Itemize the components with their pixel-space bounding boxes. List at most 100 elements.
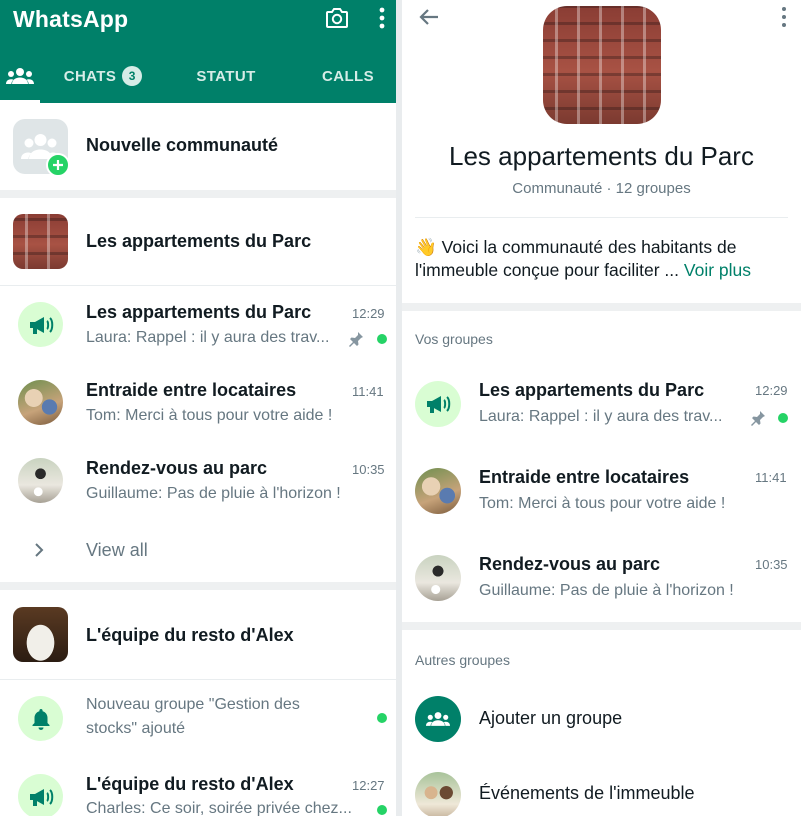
group-time: 10:35 bbox=[755, 557, 788, 572]
unread-badge: 3 bbox=[122, 66, 143, 86]
community-title: Les appartements du Parc bbox=[449, 141, 754, 171]
chat-preview: Charles: Ce soir, soirée privée chez... bbox=[86, 800, 352, 816]
tab-status[interactable]: STATUT bbox=[168, 52, 284, 100]
chat-avatar bbox=[18, 458, 63, 503]
group-preview: Guillaume: Pas de pluie à l'horizon ! bbox=[479, 582, 734, 599]
view-all-row[interactable]: View all bbox=[0, 520, 396, 582]
group-row[interactable]: Rendez-vous au parc 10:35 Guillaume: Pas… bbox=[402, 534, 801, 622]
chat-time: 10:35 bbox=[352, 462, 385, 477]
community-description: 👋 Voici la communauté des habitants de l… bbox=[415, 236, 791, 282]
view-all-label: View all bbox=[86, 540, 148, 560]
chat-row[interactable]: Rendez-vous au parc 10:35 Guillaume: Pas… bbox=[0, 442, 396, 520]
tab-chats-label: CHATS bbox=[63, 67, 117, 85]
community-name: L'équipe du resto d'Alex bbox=[86, 625, 294, 645]
add-group-avatar bbox=[415, 696, 461, 742]
wave-emoji: 👋 bbox=[415, 237, 437, 257]
group-preview: Tom: Merci à tous pour votre aide ! bbox=[479, 495, 726, 512]
chat-preview: Guillaume: Pas de pluie à l'horizon ! bbox=[86, 485, 341, 502]
new-community-avatar bbox=[13, 119, 70, 177]
other-groups-heading: Autres groupes bbox=[415, 652, 510, 668]
community-avatar bbox=[13, 607, 68, 662]
megaphone-icon bbox=[29, 788, 53, 806]
bell-icon bbox=[32, 708, 49, 730]
group-row[interactable]: Événements de l'immeuble bbox=[402, 755, 801, 816]
unread-dot bbox=[778, 413, 788, 423]
notice-line-1: Nouveau groupe "Gestion des bbox=[86, 696, 300, 713]
description-line-1: Voici la communauté des habitants de bbox=[441, 237, 737, 257]
megaphone-icon bbox=[29, 316, 53, 334]
announcement-avatar bbox=[415, 381, 461, 427]
group-avatar bbox=[415, 555, 461, 601]
unread-dot bbox=[377, 713, 387, 723]
more-vert-icon[interactable] bbox=[375, 5, 389, 31]
app-header: WhatsApp CHATS 3 STATUT CALLS bbox=[0, 0, 396, 103]
community-avatar bbox=[13, 214, 68, 269]
group-avatar bbox=[415, 468, 461, 514]
group-time: 12:29 bbox=[755, 383, 788, 398]
group-name: Les appartements du Parc bbox=[479, 380, 705, 400]
chevron-right-icon bbox=[35, 543, 44, 557]
pin-icon bbox=[751, 411, 765, 426]
group-name: Rendez-vous au parc bbox=[479, 554, 661, 574]
group-name: Événements de l'immeuble bbox=[479, 783, 695, 803]
see-more-link[interactable]: Voir plus bbox=[684, 260, 751, 280]
community-header-row[interactable]: Les appartements du Parc bbox=[0, 198, 396, 285]
announcement-avatar bbox=[18, 774, 63, 816]
group-name: Entraide entre locataires bbox=[479, 467, 690, 487]
chat-preview: Tom: Merci à tous pour votre aide ! bbox=[86, 407, 333, 424]
new-community-label: Nouvelle communauté bbox=[86, 135, 279, 155]
chat-time: 12:29 bbox=[352, 306, 385, 321]
pin-icon bbox=[349, 332, 363, 347]
notification-avatar bbox=[18, 696, 63, 741]
divider bbox=[402, 303, 801, 311]
system-notice-row[interactable]: Nouveau groupe "Gestion des stocks" ajou… bbox=[0, 680, 396, 758]
chat-name: Les appartements du Parc bbox=[86, 302, 312, 322]
tab-calls[interactable]: CALLS bbox=[300, 52, 396, 100]
divider bbox=[402, 622, 801, 630]
chat-name: Entraide entre locataires bbox=[86, 380, 297, 400]
chat-time: 11:41 bbox=[352, 384, 384, 399]
app-title: WhatsApp bbox=[13, 6, 129, 32]
unread-dot bbox=[377, 334, 387, 344]
chat-row[interactable]: Les appartements du Parc 12:29 Laura: Ra… bbox=[0, 286, 396, 364]
description-line-2: l'immeuble conçue pour faciliter ... bbox=[415, 260, 680, 280]
groups-icon bbox=[426, 712, 450, 726]
divider bbox=[415, 217, 788, 218]
camera-icon[interactable] bbox=[324, 5, 350, 31]
back-arrow-icon[interactable] bbox=[416, 4, 442, 30]
tab-chats[interactable]: CHATS 3 bbox=[44, 52, 162, 100]
divider bbox=[0, 582, 396, 590]
chat-name: L'équipe du resto d'Alex bbox=[86, 774, 294, 794]
your-groups-heading: Vos groupes bbox=[415, 331, 493, 347]
chat-row[interactable]: Entraide entre locataires 11:41 Tom: Mer… bbox=[0, 364, 396, 442]
add-group-row[interactable]: Ajouter un groupe bbox=[402, 683, 801, 755]
community-photo[interactable] bbox=[543, 6, 661, 124]
community-info-panel: Les appartements du Parc Communauté · 12… bbox=[402, 0, 801, 816]
community-name: Les appartements du Parc bbox=[86, 231, 312, 251]
megaphone-icon bbox=[427, 396, 451, 413]
chat-avatar bbox=[18, 380, 63, 425]
new-community-row[interactable]: Nouvelle communauté bbox=[0, 103, 396, 190]
chat-name: Rendez-vous au parc bbox=[86, 458, 268, 478]
notice-line-2: stocks" ajouté bbox=[86, 720, 186, 737]
more-vert-icon[interactable] bbox=[778, 5, 790, 29]
chat-preview: Laura: Rappel : il y aura des trav... bbox=[86, 329, 330, 346]
tab-communities[interactable] bbox=[0, 52, 40, 100]
community-subtitle: Communauté · 12 groupes bbox=[512, 180, 691, 197]
groups-icon bbox=[6, 68, 34, 84]
add-plus-icon bbox=[46, 153, 70, 177]
tab-bar: CHATS 3 STATUT CALLS bbox=[0, 52, 396, 103]
group-time: 11:41 bbox=[755, 470, 787, 485]
group-row[interactable]: Entraide entre locataires 11:41 Tom: Mer… bbox=[402, 447, 801, 534]
unread-dot bbox=[377, 805, 387, 815]
group-row[interactable]: Les appartements du Parc 12:29 Laura: Ra… bbox=[402, 361, 801, 447]
group-avatar bbox=[415, 772, 461, 816]
announcement-avatar bbox=[18, 302, 63, 347]
chats-panel: WhatsApp CHATS 3 STATUT CALLS Nouvelle c… bbox=[0, 0, 396, 816]
chat-row[interactable]: L'équipe du resto d'Alex 12:27 Charles: … bbox=[0, 758, 396, 816]
divider bbox=[0, 190, 396, 198]
add-group-label: Ajouter un groupe bbox=[479, 708, 623, 728]
community-header-row[interactable]: L'équipe du resto d'Alex bbox=[0, 590, 396, 679]
group-preview: Laura: Rappel : il y aura des trav... bbox=[479, 408, 723, 425]
chat-time: 12:27 bbox=[352, 778, 385, 793]
